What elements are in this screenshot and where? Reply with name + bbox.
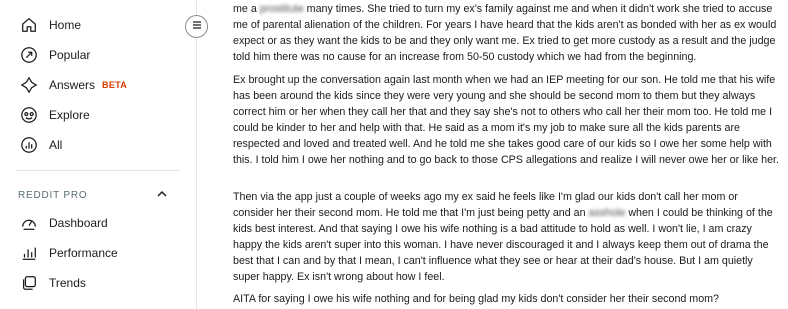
- popular-arrow-icon: [20, 46, 38, 64]
- sidebar-item-label: Home: [49, 18, 82, 32]
- home-icon: [20, 16, 38, 34]
- sidebar-item-label: Explore: [49, 108, 90, 122]
- explore-icon: [20, 106, 38, 124]
- sidebar-item-all[interactable]: All: [20, 134, 62, 156]
- sidebar-item-performance[interactable]: Performance: [20, 242, 118, 264]
- sidebar-item-popular[interactable]: Popular: [20, 44, 90, 66]
- sidebar-item-label: Answers: [49, 78, 96, 92]
- sidebar-item-dashboard[interactable]: Dashboard: [20, 212, 108, 234]
- sidebar-item-label: All: [49, 138, 63, 152]
- paragraph-text: many times. She tried to turn my ex's fa…: [233, 3, 777, 63]
- performance-chart-icon: [20, 244, 38, 262]
- left-sidebar: Home Popular Answers BETA Explore All RE…: [0, 0, 197, 309]
- post-question: AITA for saying I owe his wife nothing a…: [233, 293, 720, 305]
- post-paragraph: Then via the app just a couple of weeks …: [233, 189, 781, 285]
- sidebar-collapse-button[interactable]: [185, 15, 208, 38]
- sidebar-item-label: Dashboard: [49, 216, 108, 230]
- sidebar-item-home[interactable]: Home: [20, 14, 81, 36]
- chevron-up-icon: [156, 188, 168, 203]
- paragraph-text: me a: [233, 3, 260, 15]
- sidebar-divider: [16, 170, 180, 171]
- all-icon: [20, 136, 38, 154]
- sidebar-item-trends[interactable]: Trends: [20, 272, 86, 294]
- blurred-profanity[interactable]: prostitute: [260, 3, 304, 15]
- sidebar-item-label: Trends: [49, 276, 86, 290]
- sidebar-item-label: Popular: [49, 48, 91, 62]
- sidebar-item-answers[interactable]: Answers BETA: [20, 74, 127, 96]
- trends-icon: [20, 274, 38, 292]
- answers-icon: [20, 76, 38, 94]
- post-paragraph: Ex brought up the conversation again las…: [233, 74, 779, 166]
- sidebar-item-explore[interactable]: Explore: [20, 104, 90, 126]
- section-title: REDDIT PRO: [18, 189, 88, 201]
- beta-badge: BETA: [102, 80, 128, 90]
- post-paragraph: me a prostitute many times. She tried to…: [233, 1, 781, 65]
- blurred-profanity[interactable]: asshole: [589, 207, 626, 219]
- sidebar-item-label: Performance: [49, 246, 118, 260]
- menu-icon: [191, 18, 203, 36]
- dashboard-icon: [20, 214, 38, 232]
- reddit-pro-section-toggle[interactable]: REDDIT PRO: [18, 187, 168, 203]
